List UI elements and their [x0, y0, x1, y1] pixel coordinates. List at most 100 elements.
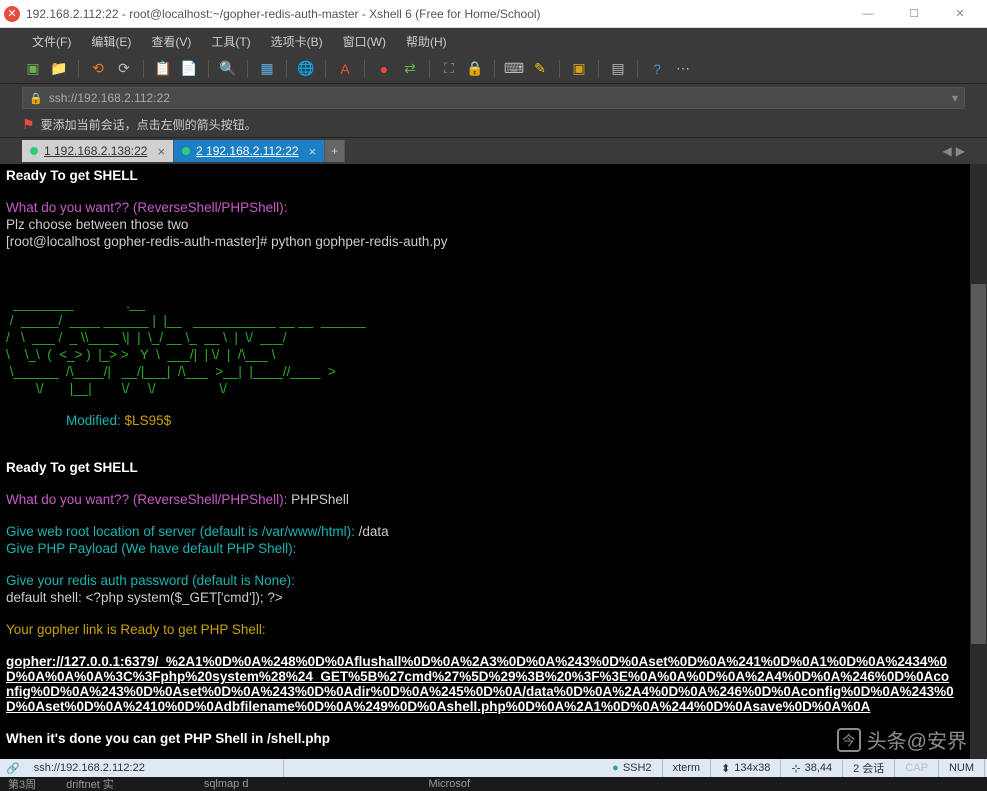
lock-icon: 🔒 [29, 92, 43, 105]
separator [325, 60, 326, 78]
term-line: Modified: [6, 413, 125, 428]
term-line: Give your redis auth password (default i… [6, 573, 299, 588]
status-term-type: xterm [663, 759, 712, 777]
menu-view[interactable]: 查看(V) [141, 33, 201, 50]
term-line: Ready To get SHELL [6, 460, 138, 475]
search-icon[interactable]: 🔍 [217, 58, 239, 80]
disconnect-icon[interactable]: ⟳ [113, 58, 135, 80]
lock-icon[interactable]: 🔒 [464, 58, 486, 80]
tab-session-2[interactable]: 2 192.168.2.112:22 × [174, 140, 325, 162]
record-icon[interactable]: ● [373, 58, 395, 80]
copy-icon[interactable]: 📋 [152, 58, 174, 80]
term-line: Give PHP Payload (We have default PHP Sh… [6, 541, 300, 556]
separator [364, 60, 365, 78]
prev-tab-icon[interactable]: ◀ [943, 144, 952, 158]
taskbar-item[interactable]: driftnet 实 [66, 777, 114, 791]
separator [78, 60, 79, 78]
dropdown-icon[interactable]: ▾ [952, 91, 958, 105]
status-proto: ●SSH2 [602, 759, 662, 777]
tab-label: 1 192.168.2.138:22 [44, 144, 147, 158]
menu-tools[interactable]: 工具(T) [201, 33, 260, 50]
term-input: /data [359, 524, 389, 539]
maximize-button[interactable]: ☐ [891, 0, 937, 28]
taskbar-item[interactable]: sqlmap d [204, 778, 249, 790]
taskbar-item[interactable]: 第3周 [8, 777, 36, 791]
flag-icon: ⚑ [22, 116, 35, 133]
status-bar: 🔗 ssh://192.168.2.112:22 ●SSH2 xterm ⬍ 1… [0, 759, 987, 777]
separator [208, 60, 209, 78]
hint-bar: ⚑ 要添加当前会话，点击左侧的箭头按钮。 [0, 112, 987, 138]
status-cap: CAP [895, 759, 939, 777]
terminal-wrapper: Ready To get SHELL What do you want?? (R… [0, 164, 987, 759]
term-input: PHPShell [291, 492, 349, 507]
address-input[interactable]: 🔒 ssh://192.168.2.112:22 ▾ [22, 87, 965, 109]
window-title: 192.168.2.112:22 - root@localhost:~/goph… [26, 7, 845, 21]
open-icon[interactable]: 📁 [48, 58, 70, 80]
separator [494, 60, 495, 78]
menu-window[interactable]: 窗口(W) [333, 33, 396, 50]
properties-icon[interactable]: ▦ [256, 58, 278, 80]
ascii-art: \______ /\____/| __/|___| /\___ >__| |__… [6, 364, 340, 379]
gopher-link[interactable]: gopher://127.0.0.1:6379/_%2A1%0D%0A%248%… [6, 654, 956, 714]
close-tab-icon[interactable]: × [309, 144, 317, 159]
new-session-icon[interactable]: ▣ [22, 58, 44, 80]
close-button[interactable]: ✕ [937, 0, 983, 28]
reconnect-icon[interactable]: ⟲ [87, 58, 109, 80]
add-tab-button[interactable]: + [325, 140, 345, 162]
window-titlebar: ✕ 192.168.2.112:22 - root@localhost:~/go… [0, 0, 987, 28]
keyboard-icon[interactable]: ⌨ [503, 58, 525, 80]
menu-file[interactable]: 文件(F) [22, 33, 81, 50]
term-line: Your gopher link is Ready to get PHP She… [6, 622, 266, 637]
terminal[interactable]: Ready To get SHELL What do you want?? (R… [0, 164, 970, 759]
term-line: $LS95$ [125, 413, 172, 428]
window-controls: — ☐ ✕ [845, 0, 983, 28]
menu-tabs[interactable]: 选项卡(B) [261, 33, 333, 50]
tab-session-1[interactable]: 1 192.168.2.138:22 × [22, 140, 174, 162]
new-tab-icon[interactable]: ▣ [568, 58, 590, 80]
help-icon[interactable]: ? [646, 58, 668, 80]
app-icon: ✕ [4, 6, 20, 22]
fullscreen-icon[interactable]: ⛶ [438, 58, 460, 80]
term-line: Plz choose between those two [6, 217, 188, 232]
status-size: ⬍ 134x38 [711, 759, 781, 777]
tab-nav-arrows: ◀ ▶ [943, 144, 965, 158]
scrollbar[interactable] [970, 164, 987, 759]
term-line: What do you want?? (ReverseShell/PHPShel… [6, 492, 291, 507]
status-pos: ⊹ 38,44 [781, 759, 843, 777]
ascii-art: \ \_\ ( <_> ) |_> > Y \ ___/| | \/ | /\_… [6, 347, 283, 362]
more-icon[interactable]: ⋯ [672, 58, 694, 80]
status-sessions: 2 会话 [843, 759, 895, 777]
next-tab-icon[interactable]: ▶ [956, 144, 965, 158]
paste-icon[interactable]: 📄 [178, 58, 200, 80]
status-dot-icon [182, 147, 190, 155]
font-icon[interactable]: A [334, 58, 356, 80]
link-icon: 🔗 [6, 762, 20, 775]
xftp-icon[interactable]: ⇄ [399, 58, 421, 80]
scrollbar-thumb[interactable] [971, 284, 986, 644]
minimize-button[interactable]: — [845, 0, 891, 28]
separator [598, 60, 599, 78]
globe-icon[interactable]: 🌐 [295, 58, 317, 80]
taskbar-item[interactable]: Microsof [428, 778, 470, 790]
address-bar: 🔒 ssh://192.168.2.112:22 ▾ [0, 84, 987, 112]
separator [143, 60, 144, 78]
address-text: ssh://192.168.2.112:22 [49, 91, 170, 105]
term-line: When it's done you can get PHP Shell in … [6, 731, 330, 746]
separator [559, 60, 560, 78]
highlight-icon[interactable]: ✎ [529, 58, 551, 80]
term-line: What do you want?? (ReverseShell/PHPShel… [6, 200, 291, 215]
close-tab-icon[interactable]: × [157, 144, 165, 159]
menu-help[interactable]: 帮助(H) [396, 33, 457, 50]
tab-bar: 1 192.168.2.138:22 × 2 192.168.2.112:22 … [0, 138, 987, 164]
separator [429, 60, 430, 78]
tile-icon[interactable]: ▤ [607, 58, 629, 80]
term-prompt: [root@localhost gopher-redis-auth-master… [6, 234, 271, 249]
menu-edit[interactable]: 编辑(E) [81, 33, 141, 50]
hint-text: 要添加当前会话，点击左侧的箭头按钮。 [41, 116, 257, 133]
status-address: ssh://192.168.2.112:22 [24, 759, 284, 777]
term-cmd: python gophper-redis-auth.py [271, 234, 447, 249]
status-dot-icon [30, 147, 38, 155]
ascii-art: \/ |__| \/ \/ \/ [6, 381, 234, 396]
separator [637, 60, 638, 78]
tab-label: 2 192.168.2.112:22 [196, 144, 299, 158]
